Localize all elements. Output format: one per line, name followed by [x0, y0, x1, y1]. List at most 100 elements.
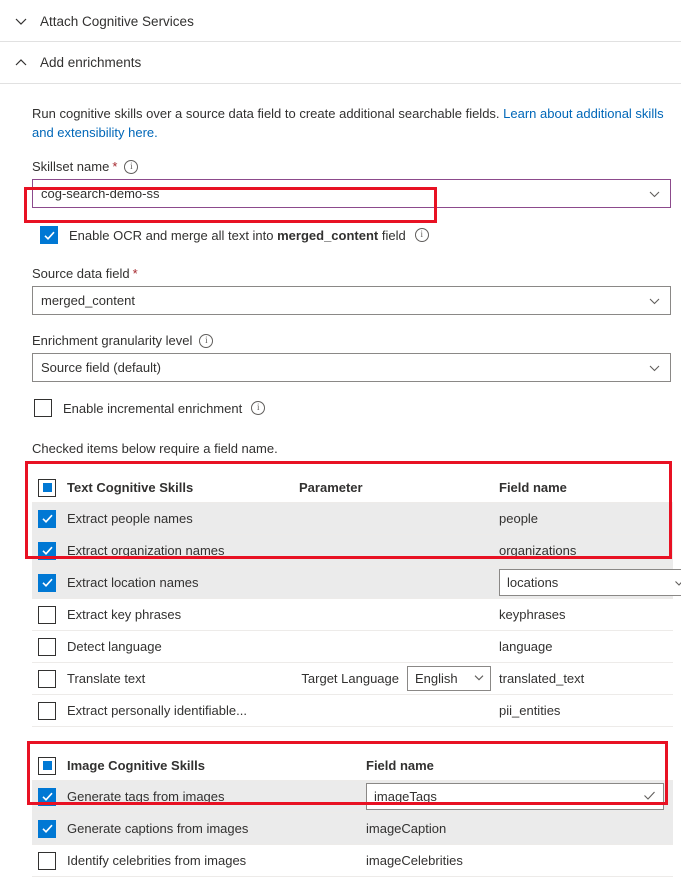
chevron-up-icon [10, 52, 32, 74]
row-skill-name: Generate tags from images [67, 789, 225, 804]
image-cognitive-skills-table: Image Cognitive Skills Field name Genera… [32, 751, 673, 877]
row-checkbox-cell [38, 541, 56, 560]
section-header-add-enrichments[interactable]: Add enrichments [0, 42, 681, 84]
chevron-down-icon [648, 187, 661, 200]
granularity-value: Source field (default) [41, 360, 161, 375]
enable-ocr-row[interactable]: Enable OCR and merge all text into merge… [32, 224, 671, 246]
row-checkbox[interactable] [38, 787, 56, 806]
row-checkbox-cell [38, 701, 56, 720]
row-checkbox-cell [38, 509, 56, 528]
image-skills-select-all-checkbox[interactable] [38, 756, 56, 775]
info-icon[interactable]: i [414, 228, 429, 242]
chevron-down-icon [10, 10, 32, 32]
chevron-down-icon [473, 671, 485, 686]
row-parameter-cell: Target Language English [299, 666, 499, 691]
target-language-label: Target Language [301, 671, 399, 686]
row-checkbox[interactable] [38, 701, 56, 720]
row-skill-name: Extract organization names [67, 543, 225, 558]
row-field-name: imageCaption [366, 821, 447, 836]
table-row[interactable]: Extract people names people [32, 503, 673, 535]
enable-ocr-checkbox[interactable] [40, 226, 58, 244]
text-skills-header-title: Text Cognitive Skills [67, 480, 194, 495]
row-checkbox[interactable] [38, 605, 56, 624]
locations-field-value: locations [507, 575, 559, 590]
row-checkbox-cell [38, 819, 56, 838]
row-checkbox-cell [38, 573, 56, 592]
incremental-enrichment-label: Enable incremental enrichment [63, 400, 243, 416]
row-checkbox[interactable] [38, 819, 56, 838]
enable-ocr-label-suffix: field [378, 227, 406, 243]
row-field-name-cell: imageTags [366, 783, 673, 810]
imagetags-field-input[interactable]: imageTags [366, 783, 664, 810]
row-field-name: language [499, 639, 553, 654]
table-row[interactable]: Generate captions from images imageCapti… [32, 813, 673, 845]
info-icon[interactable]: i [124, 159, 139, 174]
source-data-field-label: Source data field * [32, 266, 671, 281]
table-row[interactable]: Detect language language [32, 631, 673, 663]
row-skill-name: Identify celebrities from images [67, 853, 247, 868]
row-checkbox[interactable] [38, 573, 56, 592]
checkmark-icon [674, 575, 681, 591]
table-row[interactable]: Extract key phrases keyphrases [32, 599, 673, 631]
table-row[interactable]: Extract location names locations [32, 567, 681, 599]
row-checkbox-cell [38, 851, 56, 870]
skillset-name-input[interactable]: cog-search-demo-ss [32, 179, 671, 208]
row-field-name: people [499, 511, 539, 526]
row-skill-name: Extract location names [67, 575, 199, 590]
table-row[interactable]: Extract organization names organizations [32, 535, 673, 567]
row-field-name-cell: locations [499, 569, 681, 596]
enable-ocr-label-prefix: Enable OCR and merge all text into [69, 227, 278, 243]
text-skills-header-parameter: Parameter [299, 480, 363, 495]
locations-field-input[interactable]: locations [499, 569, 681, 596]
checkmark-icon [643, 789, 656, 805]
text-skills-header-row: Text Cognitive Skills Parameter Field na… [32, 473, 673, 503]
text-skills-header-field-name: Field name [499, 480, 567, 495]
row-checkbox[interactable] [38, 637, 56, 656]
row-checkbox-cell [38, 637, 56, 656]
intro-paragraph: Run cognitive skills over a source data … [32, 104, 672, 142]
section-header-attach-cognitive-services[interactable]: Attach Cognitive Services [0, 0, 681, 42]
incremental-enrichment-row[interactable]: Enable incremental enrichment i [32, 397, 671, 419]
source-data-field-label-text: Source data field [32, 266, 130, 281]
granularity-label: Enrichment granularity level i [32, 333, 671, 348]
granularity-select[interactable]: Source field (default) [32, 353, 671, 382]
row-skill-name: Translate text [67, 671, 146, 686]
info-icon[interactable]: i [199, 333, 214, 348]
row-field-name: organizations [499, 543, 577, 558]
row-skill-name: Detect language [67, 639, 162, 654]
required-asterisk: * [132, 266, 138, 281]
skillset-name-value: cog-search-demo-ss [41, 186, 160, 201]
info-icon[interactable]: i [251, 401, 266, 415]
image-skills-header-field-name: Field name [366, 758, 434, 773]
section-title-attach-cognitive-services: Attach Cognitive Services [40, 13, 194, 29]
skillset-name-label: Skillset name * i [32, 159, 671, 174]
table-row[interactable]: Translate text Target Language English t… [32, 663, 673, 695]
incremental-enrichment-checkbox[interactable] [34, 399, 52, 417]
row-checkbox[interactable] [38, 541, 56, 560]
row-checkbox[interactable] [38, 851, 56, 870]
intro-text: Run cognitive skills over a source data … [32, 106, 504, 121]
table-row[interactable]: Identify celebrities from images imageCe… [32, 845, 673, 877]
text-skills-select-all-checkbox[interactable] [38, 478, 56, 497]
image-skills-header-row: Image Cognitive Skills Field name [32, 751, 673, 781]
row-field-name: translated_text [499, 671, 585, 686]
enable-ocr-label: Enable OCR and merge all text into merge… [69, 228, 406, 243]
row-skill-name: Extract personally identifiable... [67, 703, 247, 718]
target-language-value: English [415, 671, 458, 686]
row-field-name: imageCelebrities [366, 853, 463, 868]
row-checkbox-cell [38, 669, 56, 688]
row-checkbox[interactable] [38, 669, 56, 688]
source-data-field-select[interactable]: merged_content [32, 286, 671, 315]
row-field-name: keyphrases [499, 607, 566, 622]
row-checkbox-cell [38, 787, 56, 806]
row-skill-name: Generate captions from images [67, 821, 249, 836]
chevron-down-icon [648, 294, 661, 307]
image-skills-header-title: Image Cognitive Skills [67, 758, 205, 773]
row-checkbox[interactable] [38, 509, 56, 528]
chevron-down-icon [648, 361, 661, 374]
target-language-select[interactable]: English [407, 666, 491, 691]
skillset-name-label-text: Skillset name [32, 159, 110, 174]
text-skills-select-all-cell [38, 478, 56, 497]
table-row[interactable]: Extract personally identifiable... pii_e… [32, 695, 673, 727]
table-row[interactable]: Generate tags from images imageTags [32, 781, 673, 813]
